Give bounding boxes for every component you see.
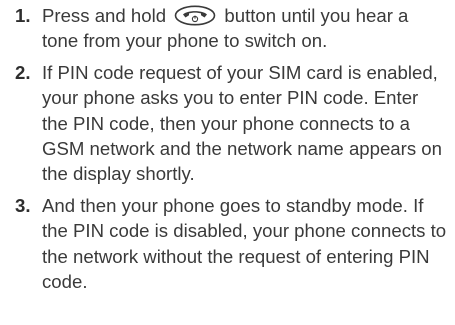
step-text: If PIN code request of your SIM card is …	[42, 61, 442, 185]
step-number: 2.	[15, 61, 31, 83]
instruction-step-3: 3. And then your phone goes to standby m…	[0, 193, 455, 295]
instruction-list: 1. Press and hold button until you hear …	[0, 3, 455, 300]
power-end-key-icon	[174, 5, 216, 26]
instruction-step-2: 2. If PIN code request of your SIM card …	[0, 60, 455, 187]
step-number: 1.	[15, 5, 31, 26]
step-text: And then your phone goes to standby mode…	[42, 194, 447, 293]
instruction-step-1: 1. Press and hold button until you hear …	[0, 3, 455, 54]
step-text-start: Press and hold	[42, 5, 167, 26]
step-number: 3.	[15, 194, 31, 216]
